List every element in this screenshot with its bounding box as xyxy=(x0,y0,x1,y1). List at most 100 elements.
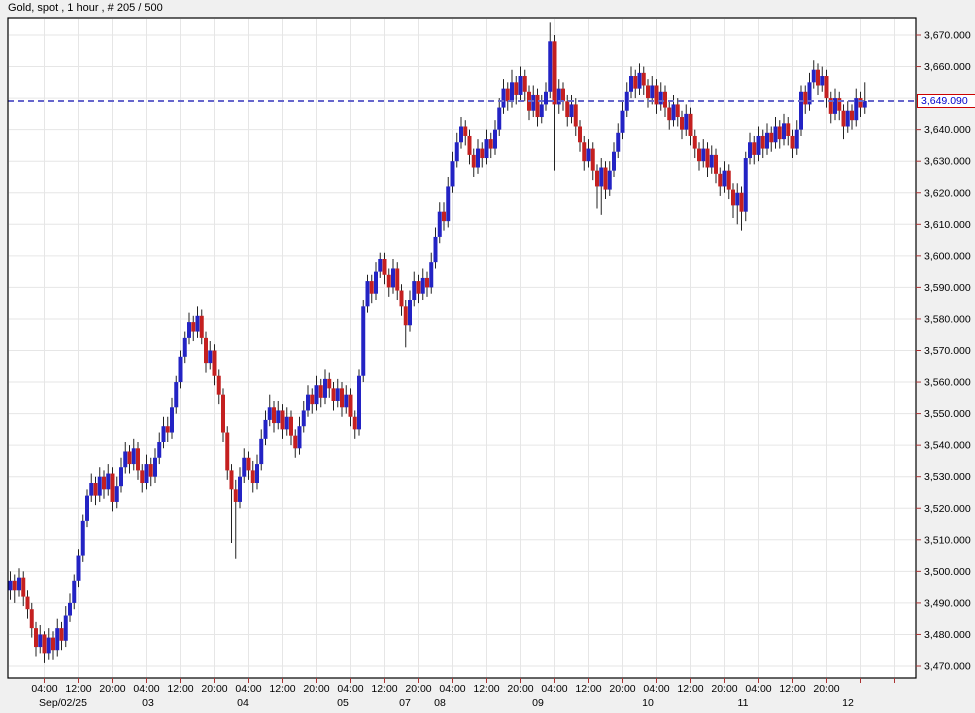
price-axis-label: 3,630.000 xyxy=(924,156,971,168)
date-axis-label: 09 xyxy=(532,697,544,709)
candle xyxy=(519,76,523,95)
candle xyxy=(761,136,765,149)
price-axis-label: 3,520.000 xyxy=(924,503,971,515)
candle xyxy=(599,168,603,187)
candle xyxy=(238,477,242,502)
candle xyxy=(574,104,578,126)
candle xyxy=(293,436,297,449)
candle xyxy=(820,76,824,85)
chart-window: Gold, spot , 1 hour , # 205 / 500 3,470.… xyxy=(0,0,975,713)
price-axis-label: 3,660.000 xyxy=(924,61,971,73)
date-axis-label: 12 xyxy=(842,697,854,709)
time-axis[interactable]: 04:00 12:00 20:00 04:00 12:00 20:00 04:00 12:00… xyxy=(31,678,894,709)
candle xyxy=(854,98,858,120)
candle xyxy=(591,149,595,171)
date-axis-label: 08 xyxy=(434,697,446,709)
candle xyxy=(791,136,795,149)
candle xyxy=(315,385,319,404)
candle xyxy=(191,322,195,331)
candle xyxy=(370,281,374,294)
candle xyxy=(604,168,608,190)
candle xyxy=(136,448,140,470)
price-axis-label: 3,510.000 xyxy=(924,534,971,546)
candle xyxy=(21,578,25,597)
candle xyxy=(9,581,13,590)
candle xyxy=(344,395,348,408)
candle xyxy=(306,395,310,411)
candle xyxy=(765,133,769,149)
candle xyxy=(349,395,353,417)
candle xyxy=(536,95,540,117)
candle xyxy=(391,268,395,287)
candle xyxy=(272,407,276,423)
candle xyxy=(489,139,493,148)
candle xyxy=(353,417,357,430)
date-axis-label: 10 xyxy=(642,697,654,709)
price-axis[interactable]: 3,470.0003,480.0003,490.0003,500.0003,51… xyxy=(916,30,971,673)
candle xyxy=(825,76,829,98)
candle xyxy=(480,149,484,158)
time-axis-label: 04:00 xyxy=(439,683,465,695)
candle xyxy=(434,237,438,262)
time-axis-label: 20:00 xyxy=(201,683,227,695)
candle xyxy=(72,581,76,603)
candle xyxy=(786,123,790,136)
time-axis-label: 12:00 xyxy=(677,683,703,695)
candle xyxy=(276,410,280,423)
candle xyxy=(701,149,705,162)
price-axis-label: 3,580.000 xyxy=(924,313,971,325)
time-axis-label: 04:00 xyxy=(745,683,771,695)
price-axis-label: 3,600.000 xyxy=(924,250,971,262)
date-axis-label: 03 xyxy=(142,697,154,709)
time-axis-label: 12:00 xyxy=(65,683,91,695)
candle xyxy=(361,306,365,375)
candle xyxy=(128,451,132,464)
candle xyxy=(179,357,183,382)
candle xyxy=(451,161,455,186)
candlestick-chart[interactable]: 3,470.0003,480.0003,490.0003,500.0003,51… xyxy=(0,0,975,713)
candle xyxy=(476,149,480,168)
candle xyxy=(421,278,425,294)
candle xyxy=(442,212,446,221)
candle xyxy=(145,464,149,483)
date-axis-label: 11 xyxy=(738,697,749,709)
price-axis-label: 3,490.000 xyxy=(924,597,971,609)
candle xyxy=(357,376,361,430)
candle xyxy=(196,316,200,332)
candle xyxy=(81,521,85,556)
candle xyxy=(748,142,752,158)
candle xyxy=(310,395,314,404)
price-axis-label: 3,640.000 xyxy=(924,124,971,136)
candle xyxy=(523,76,527,92)
candle xyxy=(200,316,204,338)
candle xyxy=(115,486,119,502)
date-axis-label: 04 xyxy=(237,697,249,709)
candle xyxy=(132,448,136,464)
time-axis-label: 12:00 xyxy=(575,683,601,695)
date-axis-label: 05 xyxy=(337,697,349,709)
candle xyxy=(612,152,616,171)
candle xyxy=(289,417,293,436)
candle xyxy=(187,322,191,338)
price-axis-label: 3,470.000 xyxy=(924,661,971,673)
candle xyxy=(718,174,722,187)
candle xyxy=(242,458,246,477)
time-axis-label: 12:00 xyxy=(167,683,193,695)
price-axis-label: 3,560.000 xyxy=(924,377,971,389)
time-axis-label: 04:00 xyxy=(541,683,567,695)
price-axis-label: 3,480.000 xyxy=(924,629,971,641)
candle xyxy=(30,609,34,628)
candle xyxy=(812,70,816,83)
candle xyxy=(162,426,166,442)
candle xyxy=(468,136,472,155)
time-axis-label: 20:00 xyxy=(405,683,431,695)
candle xyxy=(587,149,591,162)
candle xyxy=(769,133,773,142)
candle xyxy=(387,275,391,288)
candle xyxy=(400,291,404,307)
candle xyxy=(111,474,115,502)
candle xyxy=(510,82,514,101)
candle xyxy=(98,477,102,496)
candle xyxy=(429,262,433,287)
candle xyxy=(595,171,599,187)
